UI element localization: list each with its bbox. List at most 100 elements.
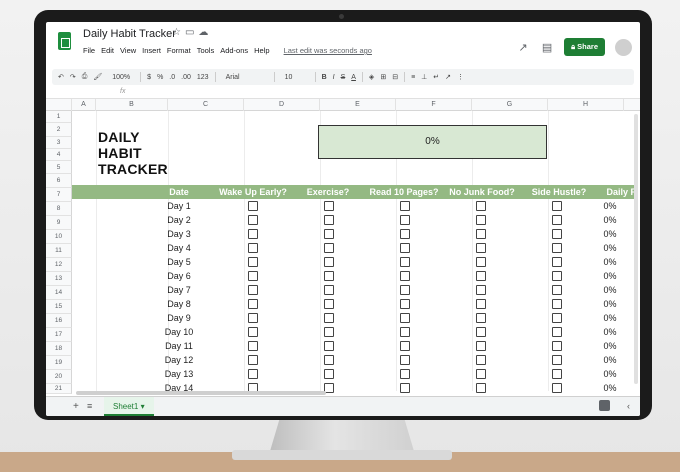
checkbox-side-hustle[interactable] (552, 383, 562, 393)
menu-format[interactable]: Format (167, 46, 191, 55)
column-header-h[interactable]: H (548, 99, 624, 111)
row-header[interactable]: 13 (46, 272, 72, 286)
checkbox-exercise[interactable] (324, 201, 334, 211)
row-header[interactable]: 15 (46, 300, 72, 314)
row-header[interactable]: 3 (46, 137, 72, 149)
checkbox-read-10-pages[interactable] (400, 313, 410, 323)
percent-button[interactable]: % (157, 74, 163, 81)
row-header[interactable]: 11 (46, 244, 72, 258)
checkbox-side-hustle[interactable] (552, 257, 562, 267)
select-all-corner[interactable] (46, 99, 72, 111)
checkbox-wake-up-early[interactable] (248, 271, 258, 281)
valign-icon[interactable]: ⊥ (421, 73, 427, 81)
checkbox-exercise[interactable] (324, 243, 334, 253)
strikethrough-button[interactable]: S (341, 74, 346, 81)
checkbox-no-junk-food[interactable] (476, 201, 486, 211)
checkbox-exercise[interactable] (324, 215, 334, 225)
row-header[interactable]: 16 (46, 314, 72, 328)
checkbox-side-hustle[interactable] (552, 327, 562, 337)
header-date[interactable]: Date (142, 185, 216, 199)
checkbox-side-hustle[interactable] (552, 201, 562, 211)
day-label[interactable]: Day 6 (142, 269, 216, 283)
checkbox-no-junk-food[interactable] (476, 243, 486, 253)
menu-edit[interactable]: Edit (101, 46, 114, 55)
daily-progress-value[interactable]: 0% (584, 255, 636, 269)
chevron-left-icon[interactable]: ‹ (627, 401, 630, 411)
column-header-c[interactable]: C (168, 99, 244, 111)
rotate-icon[interactable]: ↗ (445, 73, 451, 81)
menu-tools[interactable]: Tools (197, 46, 215, 55)
header-read-10-pages[interactable]: Read 10 Pages? (364, 185, 444, 199)
checkbox-wake-up-early[interactable] (248, 215, 258, 225)
checkbox-no-junk-food[interactable] (476, 383, 486, 393)
day-label[interactable]: Day 8 (142, 297, 216, 311)
checkbox-read-10-pages[interactable] (400, 201, 410, 211)
checkbox-exercise[interactable] (324, 313, 334, 323)
daily-progress-value[interactable]: 0% (584, 353, 636, 367)
checkbox-read-10-pages[interactable] (400, 285, 410, 295)
daily-progress-value[interactable]: 0% (584, 283, 636, 297)
column-header-d[interactable]: D (244, 99, 320, 111)
folder-icon[interactable]: ▭ (185, 27, 198, 38)
comment-icon[interactable]: ▤ (540, 41, 554, 54)
checkbox-exercise[interactable] (324, 285, 334, 295)
day-label[interactable]: Day 11 (142, 339, 216, 353)
day-label[interactable]: Day 1 (142, 199, 216, 213)
row-header[interactable]: 2 (46, 123, 72, 137)
daily-progress-value[interactable]: 0% (584, 339, 636, 353)
checkbox-side-hustle[interactable] (552, 215, 562, 225)
day-label[interactable]: Day 2 (142, 213, 216, 227)
row-header[interactable]: 4 (46, 149, 72, 161)
checkbox-wake-up-early[interactable] (248, 299, 258, 309)
checkbox-wake-up-early[interactable] (248, 257, 258, 267)
bold-button[interactable]: B (322, 74, 327, 81)
row-header[interactable]: 17 (46, 328, 72, 342)
formula-bar[interactable]: fx (46, 86, 640, 99)
checkbox-exercise[interactable] (324, 355, 334, 365)
font-size-select[interactable]: 10 (281, 74, 309, 81)
checkbox-no-junk-food[interactable] (476, 313, 486, 323)
checkbox-no-junk-food[interactable] (476, 341, 486, 351)
checkbox-no-junk-food[interactable] (476, 369, 486, 379)
day-label[interactable]: Day 7 (142, 283, 216, 297)
explore-icon[interactable] (599, 400, 610, 411)
checkbox-side-hustle[interactable] (552, 271, 562, 281)
checkbox-exercise[interactable] (324, 341, 334, 351)
sheets-logo-icon[interactable] (58, 32, 71, 50)
header-side-hustle[interactable]: Side Hustle? (522, 185, 596, 199)
trend-icon[interactable]: ↗ (516, 41, 530, 54)
row-header[interactable]: 7 (46, 188, 72, 202)
checkbox-read-10-pages[interactable] (400, 243, 410, 253)
day-label[interactable]: Day 13 (142, 367, 216, 381)
day-label[interactable]: Day 12 (142, 353, 216, 367)
daily-progress-value[interactable]: 0% (584, 213, 636, 227)
row-header[interactable]: 20 (46, 370, 72, 384)
wrap-icon[interactable]: ↵ (433, 73, 439, 81)
daily-progress-value[interactable]: 0% (584, 367, 636, 381)
sheet-tab-sheet1[interactable]: Sheet1 ▾ (104, 397, 154, 416)
column-header-g[interactable]: G (472, 99, 548, 111)
checkbox-no-junk-food[interactable] (476, 355, 486, 365)
checkbox-side-hustle[interactable] (552, 369, 562, 379)
borders-icon[interactable]: ⊞ (380, 73, 386, 81)
checkbox-read-10-pages[interactable] (400, 215, 410, 225)
header-wake-up-early[interactable]: Wake Up Early? (212, 185, 294, 199)
row-header[interactable]: 21 (46, 384, 72, 394)
checkbox-exercise[interactable] (324, 229, 334, 239)
column-header-a[interactable]: A (72, 99, 96, 111)
horizontal-scrollbar[interactable] (76, 391, 326, 395)
fill-color-icon[interactable]: ◈ (369, 73, 374, 81)
column-header-b[interactable]: B (96, 99, 168, 111)
avatar[interactable] (615, 38, 632, 56)
checkbox-wake-up-early[interactable] (248, 341, 258, 351)
menu-file[interactable]: File (83, 46, 95, 55)
font-select[interactable]: Arial (222, 74, 268, 81)
checkbox-exercise[interactable] (324, 271, 334, 281)
row-header[interactable]: 6 (46, 174, 72, 188)
checkbox-read-10-pages[interactable] (400, 327, 410, 337)
more-formats-button[interactable]: 123 (197, 74, 209, 81)
checkbox-exercise[interactable] (324, 369, 334, 379)
checkbox-no-junk-food[interactable] (476, 257, 486, 267)
column-header-f[interactable]: F (396, 99, 472, 111)
row-header[interactable]: 9 (46, 216, 72, 230)
